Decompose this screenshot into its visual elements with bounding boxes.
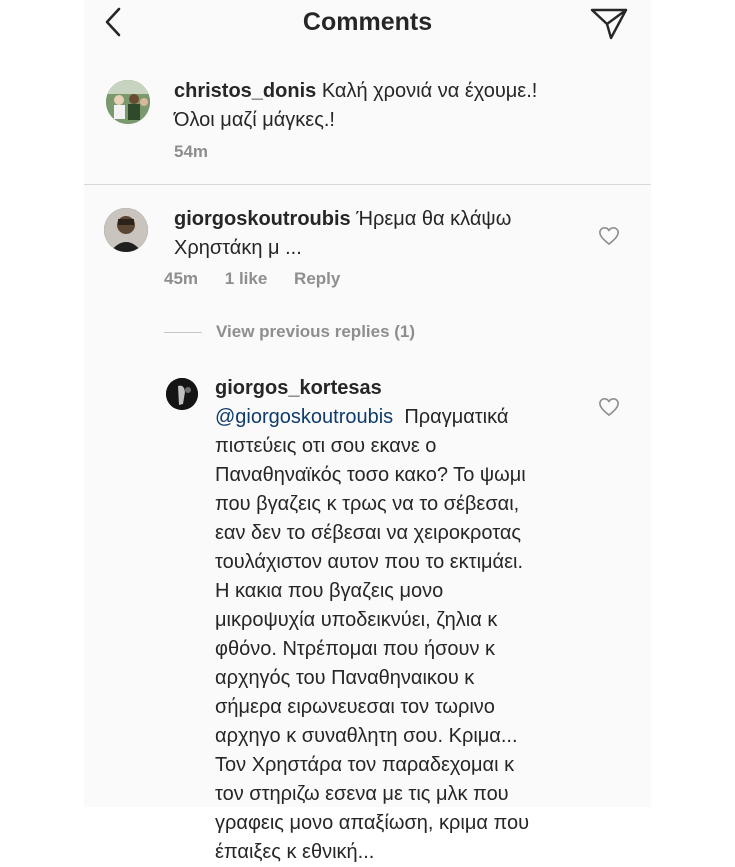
page-title: Comments (302, 8, 433, 36)
reply-body: πιστεύεις οτι σου εκανε ο Παναθηναϊκός το… (215, 432, 635, 867)
reply-first-line: Πραγματικά (404, 406, 509, 428)
caption-username[interactable]: christos_donis (174, 80, 316, 102)
reply-line: αρχηγός του Παναθηναικου κ (215, 667, 475, 689)
direct-send-icon[interactable] (589, 5, 629, 41)
reply-line: πιστεύεις οτι σου εκανε ο (215, 435, 437, 457)
reply-line: τον στηριζω εσενα με τις μλκ που (215, 783, 509, 805)
reply-line: Η κακια που βγαζεις μονο (215, 580, 444, 602)
avatar[interactable] (166, 378, 198, 410)
caption-time: 54m (174, 142, 209, 161)
avatar-photo-icon (106, 80, 150, 124)
reply-line: σήμερα ειρωνευεσαι τον τωρινο (215, 696, 495, 718)
caption-text: christos_donis Καλή χρονιά να έχουμε.! Ό… (174, 77, 634, 135)
reply-text: giorgos_kortesas @giorgoskoutroubis Πραγ… (215, 374, 635, 867)
reply-username[interactable]: giorgos_kortesas (215, 374, 635, 403)
comment-likes[interactable]: 1 like (225, 269, 268, 288)
reply-line: μικροψυχία υποδεικνύει, ζηλια κ (215, 609, 498, 631)
comment-time: 45m (164, 269, 199, 288)
replies-divider-line (164, 332, 202, 334)
reply-line: Παναθηναϊκός τοσο κακο? Το ψωμι (215, 464, 526, 486)
avatar-photo-icon (104, 208, 148, 252)
view-previous-replies[interactable]: View previous replies (1) (164, 322, 415, 346)
caption-divider (84, 184, 651, 185)
reply-mention[interactable]: @giorgoskoutroubis (215, 406, 393, 428)
comment-username[interactable]: giorgoskoutroubis (174, 208, 351, 230)
caption-line-2: Όλοι μαζί μάγκες.! (174, 109, 335, 131)
comment-line-2: Χρηστάκη μ ... (174, 237, 302, 259)
reply-line: φθόνο. Ντρέπομαι που ήσουν κ (215, 638, 496, 660)
heart-outline-icon[interactable] (598, 397, 620, 417)
view-replies-label[interactable]: View previous replies (1) (216, 322, 415, 341)
avatar[interactable] (104, 208, 148, 252)
comment-text: giorgoskoutroubis Ήρεμα θα κλάψω Χρηστάκ… (174, 205, 594, 263)
reply-line: έπαιξες κ εθνική... (215, 841, 375, 863)
comments-screen: Comments christos_donis Καλή χρονιά να έ… (84, 0, 651, 863)
comment-meta: 45m 1 like Reply (164, 269, 362, 289)
reply-line: εαν δεν το σέβεσαι να χειροκροτας (215, 522, 522, 544)
avatar[interactable] (106, 80, 150, 124)
reply-line: Τον Χρηστάρα τον παραδεχομαι κ (215, 754, 515, 776)
avatar-photo-icon (166, 378, 198, 410)
heart-outline-icon[interactable] (598, 226, 620, 246)
comment-line-1: Ήρεμα θα κλάψω (356, 208, 512, 230)
caption-meta: 54m (174, 142, 230, 162)
reply-line: που βγαζεις κ τρως να το σέβεσαι, (215, 493, 520, 515)
reply-line: τουλάχιστον αυτον που το εκτιμάει. (215, 551, 524, 573)
reply-line: γραφεις μονο απαξίωση, κριμα που (215, 812, 530, 834)
caption-line-1: Καλή χρονιά να έχουμε.! (321, 80, 538, 102)
reply-line: αρχηγο κ συναθλητη σου. Κριμα... (215, 725, 518, 747)
top-bar: Comments (84, 0, 651, 46)
post-caption: christos_donis Καλή χρονιά να έχουμε.! Ό… (84, 58, 651, 184)
reply-button[interactable]: Reply (294, 269, 340, 288)
